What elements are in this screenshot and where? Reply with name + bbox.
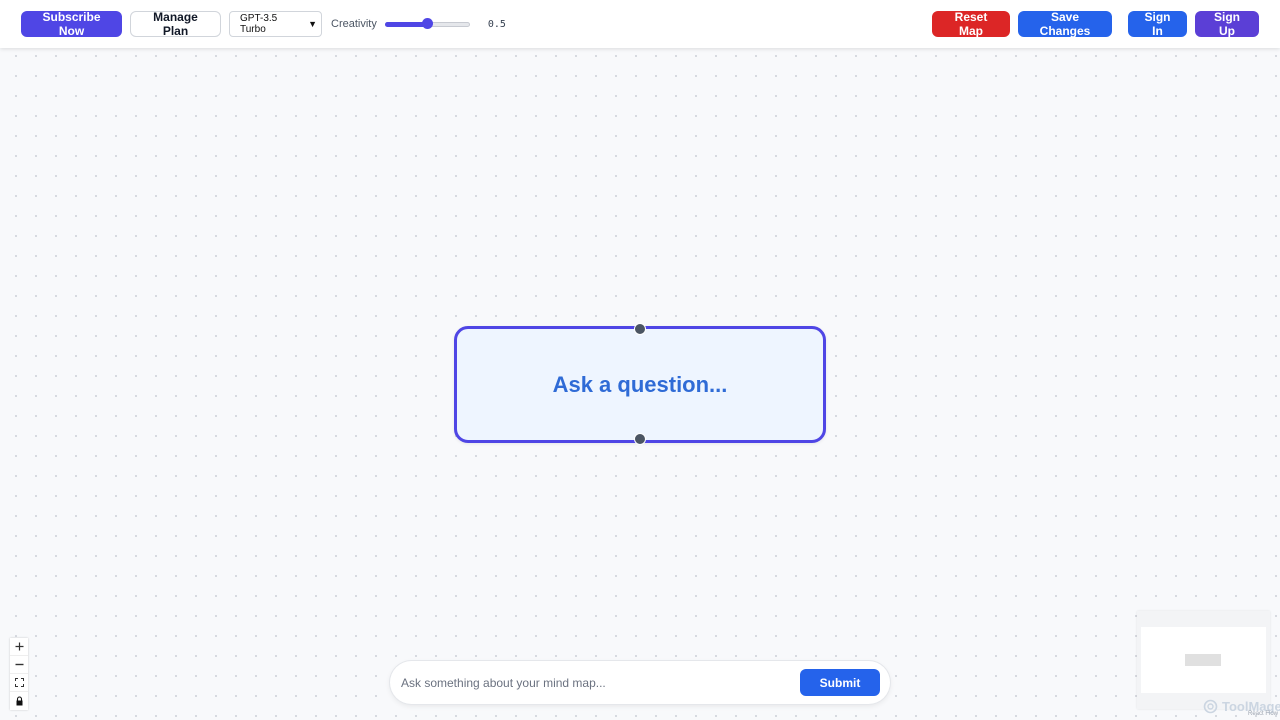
save-changes-button[interactable]: Save Changes — [1018, 10, 1112, 38]
fit-view-button[interactable] — [10, 674, 28, 692]
chat-input[interactable] — [401, 675, 800, 690]
manage-plan-button[interactable]: Manage Plan — [130, 10, 221, 38]
toolmage-logo-icon — [1203, 699, 1218, 714]
chat-bar: Submit — [390, 661, 890, 704]
fit-view-icon — [14, 678, 24, 687]
model-select-value: GPT-3.5 Turbo — [240, 13, 278, 35]
root-node[interactable]: Ask a question... — [454, 326, 826, 443]
root-node-label: Ask a question... — [552, 371, 728, 397]
react-flow-attribution[interactable]: React Flow — [1248, 711, 1278, 717]
creativity-value: 0.5 — [487, 18, 506, 30]
submit-button[interactable]: Submit — [800, 669, 880, 696]
minimap[interactable] — [1137, 611, 1270, 709]
minimap-node — [1185, 654, 1221, 666]
zoom-out-button[interactable] — [10, 656, 28, 674]
sign-up-button[interactable]: Sign Up — [1195, 10, 1259, 38]
zoom-in-button[interactable] — [10, 638, 28, 656]
subscribe-button[interactable]: Subscribe Now — [21, 10, 122, 38]
model-select[interactable]: GPT-3.5 Turbo ▼ — [229, 11, 322, 37]
slider-thumb[interactable] — [422, 18, 434, 29]
plus-icon — [15, 642, 23, 651]
lock-button[interactable] — [10, 692, 28, 710]
lock-icon — [16, 696, 22, 706]
canvas-controls — [10, 638, 28, 710]
node-handle-bottom[interactable] — [634, 433, 646, 445]
creativity-label: Creativity — [331, 18, 377, 30]
node-handle-top[interactable] — [634, 323, 646, 335]
minus-icon — [15, 663, 23, 666]
chevron-down-icon: ▼ — [308, 19, 317, 29]
top-toolbar: Subscribe Now Manage Plan GPT-3.5 Turbo … — [0, 0, 1280, 48]
creativity-slider[interactable] — [384, 18, 470, 30]
reset-map-button[interactable]: Reset Map — [932, 10, 1010, 38]
sign-in-button[interactable]: Sign In — [1128, 10, 1187, 38]
slider-fill — [384, 22, 428, 27]
